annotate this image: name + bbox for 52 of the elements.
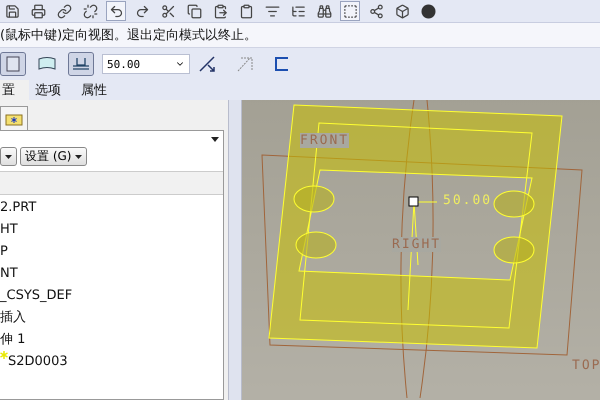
panel-tab[interactable]: 选项 [33, 80, 75, 100]
dashed-select-icon [342, 4, 358, 18]
dimension-label: 50.00 [443, 193, 492, 208]
flip-direction-icon[interactable] [198, 55, 216, 73]
panel-tab[interactable]: 属性 [79, 80, 121, 100]
sketch-star-icon [0, 351, 8, 359]
tree-item[interactable]: _CSYS_DEF [0, 288, 72, 302]
dashed-select-button[interactable] [340, 1, 360, 21]
link-icon [56, 4, 72, 18]
print-icon [30, 4, 46, 18]
folder-tab[interactable] [0, 106, 28, 130]
blind-depth-icon [72, 56, 90, 72]
depth-field[interactable]: 50.00 [102, 54, 190, 74]
message-text: (鼠标中键)定向视图。退出定向模式以终止。 [0, 27, 258, 44]
caret-icon [75, 154, 82, 158]
tree-item[interactable]: S2D0003 [8, 354, 68, 368]
list-icon [264, 4, 280, 18]
tree-item[interactable]: HT [0, 222, 18, 236]
redo-icon [134, 4, 150, 18]
paste-icon [212, 4, 228, 18]
tree-item[interactable]: P [0, 244, 8, 258]
tree-item[interactable]: NT [0, 266, 18, 280]
cut-icon [160, 4, 176, 18]
save-icon [4, 4, 20, 18]
thicken-icon[interactable] [274, 56, 290, 72]
copy-icon [186, 4, 202, 18]
tree-item[interactable]: 2.PRT [0, 200, 36, 214]
clipboard-icon [238, 4, 254, 18]
panel-tab[interactable]: 置 [0, 80, 29, 100]
folder-icon [5, 112, 23, 126]
unlink-icon [82, 4, 98, 18]
binoculars-icon [316, 4, 332, 18]
undo-icon [108, 4, 124, 18]
solid-icon [6, 56, 20, 72]
remove-material-icon[interactable] [236, 55, 254, 73]
box-icon [394, 4, 410, 18]
datum-plane-label: TOP [572, 358, 600, 373]
tree-item[interactable]: 伸 1 [0, 330, 26, 348]
datum-plane-label: FRONT [300, 133, 350, 148]
datum-plane-label: RIGHT [392, 237, 442, 252]
filter-button[interactable] [0, 147, 17, 166]
dropdown-icon[interactable] [211, 136, 219, 142]
share-icon [368, 4, 384, 18]
undo-button[interactable] [106, 1, 126, 21]
tree-list-icon [290, 4, 306, 18]
settings-button[interactable]: 设置 (G) [20, 147, 88, 166]
surface-icon [38, 56, 56, 72]
depth-button[interactable] [68, 52, 94, 76]
caret-icon [5, 154, 12, 158]
tree-item[interactable]: 插入 [0, 308, 26, 326]
solid-button[interactable] [0, 52, 26, 76]
sphere-icon [420, 4, 436, 18]
